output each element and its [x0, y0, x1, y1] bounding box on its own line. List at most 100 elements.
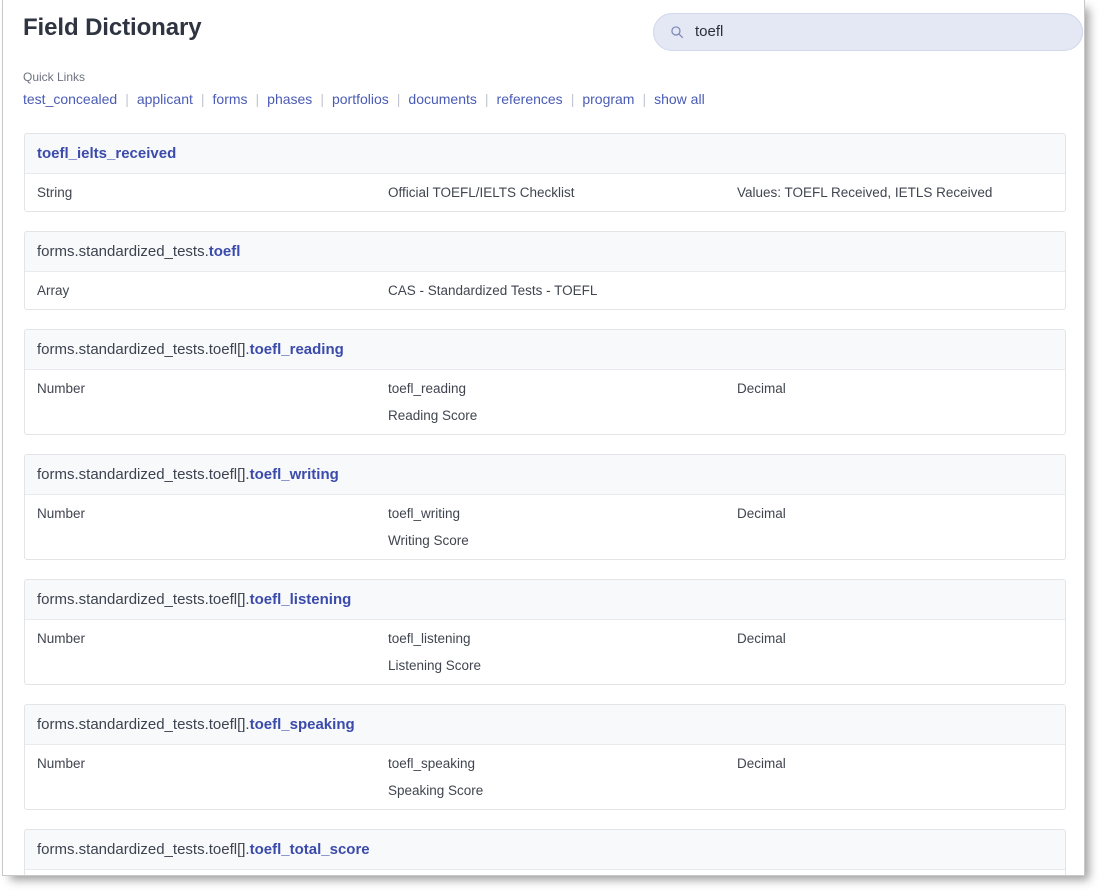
- field-type-cell: Array: [37, 283, 70, 298]
- quick-link-program[interactable]: program: [582, 91, 634, 108]
- quick-link-applicant[interactable]: applicant: [137, 91, 193, 108]
- quick-links-separator: |: [320, 91, 324, 107]
- field-name-link[interactable]: toefl_total_score: [250, 841, 370, 858]
- quick-link-references[interactable]: references: [497, 91, 563, 108]
- field-detail-body: Numbertoefl_total_scoreDecimalTotal Scor…: [25, 870, 1065, 875]
- field-detail-row: Writing Score: [37, 531, 1053, 550]
- field-path-header: forms.standardized_tests.toefl[].toefl_w…: [25, 455, 1065, 495]
- quick-links-separator: |: [200, 91, 205, 107]
- field-name-link[interactable]: toefl_writing: [250, 466, 339, 483]
- field-card: forms.standardized_tests.toefl[].toefl_l…: [24, 579, 1066, 685]
- field-name-link[interactable]: toefl_listening: [250, 591, 352, 608]
- field-description-cell: Reading Score: [388, 408, 478, 423]
- field-description-cell: Official TOEFL/IELTS Checklist: [388, 185, 575, 200]
- field-name-link[interactable]: toefl_speaking: [250, 716, 355, 733]
- field-path-prefix: forms.standardized_tests.toefl[].: [37, 341, 250, 358]
- field-description-cell: CAS - Standardized Tests - TOEFL: [388, 283, 598, 298]
- quick-link-forms[interactable]: forms: [213, 91, 248, 108]
- results-list: toefl_ielts_received String Official TOEFL…: [24, 133, 1066, 875]
- field-detail-body: Number toefl_listening Decimal Listening Sc…: [25, 620, 1065, 684]
- field-path-header: forms.standardized_tests.toefl[].toefl_t…: [25, 830, 1065, 870]
- field-description-cell: toefl_listening: [388, 631, 471, 646]
- field-type-cell: [37, 406, 388, 425]
- field-path-header: forms.standardized_tests.toefl[].toefl_l…: [25, 580, 1065, 620]
- field-path-header: toefl_ielts_received: [25, 134, 1065, 174]
- search-input[interactable]: [695, 22, 1066, 42]
- field-type-cell: Number: [37, 756, 86, 771]
- field-path-header: forms.standardized_tests.toefl[].toefl_r…: [25, 330, 1065, 370]
- field-detail-row: Array CAS - Standardized Tests - TOEFL: [37, 281, 1053, 300]
- field-meta-cell: Decimal: [737, 381, 786, 396]
- page-header: Field Dictionary: [3, 0, 1084, 66]
- quick-link-test-concealed[interactable]: test_concealed: [23, 91, 117, 108]
- quick-links-separator: |: [642, 91, 647, 107]
- field-description-cell: toefl_reading: [388, 381, 467, 396]
- page-sheet: Field Dictionary Quick Links test_concea…: [2, 0, 1085, 876]
- field-detail-body: Number toefl_writing Decimal Writing Score: [25, 495, 1065, 559]
- quick-link-portfolios[interactable]: portfolios: [332, 91, 389, 108]
- field-path-prefix: forms.standardized_tests.: [37, 243, 209, 260]
- field-name-link[interactable]: toefl_reading: [250, 341, 344, 358]
- field-name-link[interactable]: toefl_ielts_received: [37, 145, 176, 162]
- field-meta-cell: [737, 781, 1053, 800]
- field-path-prefix: forms.standardized_tests.toefl[].: [37, 841, 250, 858]
- field-detail-body: String Official TOEFL/IELTS Checklist Valu…: [25, 174, 1065, 211]
- quick-links-separator: |: [570, 91, 575, 107]
- quick-links-list: test_concealed | applicant | forms | phases | po…: [23, 91, 1063, 108]
- field-meta-cell: [737, 656, 1053, 675]
- field-type-cell: [37, 531, 388, 550]
- quick-link-documents[interactable]: documents: [408, 91, 476, 108]
- quick-link-show-all[interactable]: show all: [654, 91, 705, 108]
- field-path-prefix: forms.standardized_tests.toefl[].: [37, 591, 250, 608]
- field-detail-body: Number toefl_speaking Decimal Speaking Scor…: [25, 745, 1065, 809]
- field-card: forms.standardized_tests.toefl[].toefl_t…: [24, 829, 1066, 875]
- search-box[interactable]: [653, 13, 1083, 51]
- field-meta-cell: Decimal: [737, 756, 786, 771]
- search-icon: [671, 26, 684, 39]
- field-type-cell: String: [37, 185, 73, 200]
- field-description-cell: Writing Score: [388, 533, 469, 548]
- field-detail-row: Speaking Score: [37, 781, 1053, 800]
- field-path-header: forms.standardized_tests.toefl[].toefl_s…: [25, 705, 1065, 745]
- field-card: forms.standardized_tests.toefl Array CAS -…: [24, 231, 1066, 310]
- field-meta-cell: [737, 406, 1053, 425]
- field-path-prefix: forms.standardized_tests.toefl[].: [37, 466, 250, 483]
- field-description-cell: toefl_speaking: [388, 756, 476, 771]
- field-description-cell: toefl_writing: [388, 506, 461, 521]
- field-detail-body: Array CAS - Standardized Tests - TOEFL: [25, 272, 1065, 309]
- quick-links-label: Quick Links: [23, 70, 86, 84]
- quick-link-phases[interactable]: phases: [267, 91, 312, 108]
- field-path-prefix: forms.standardized_tests.toefl[].: [37, 716, 250, 733]
- field-type-cell: Number: [37, 506, 86, 521]
- field-path-header: forms.standardized_tests.toefl: [25, 232, 1065, 272]
- field-meta-cell: [737, 281, 1053, 300]
- field-detail-row: Number toefl_speaking Decimal: [37, 754, 1053, 773]
- field-meta-cell: [737, 531, 1053, 550]
- field-card: forms.standardized_tests.toefl[].toefl_r…: [24, 329, 1066, 435]
- field-type-cell: Number: [37, 381, 86, 396]
- field-detail-row: String Official TOEFL/IELTS Checklist Valu…: [37, 183, 1053, 202]
- field-description-cell: Speaking Score: [388, 783, 484, 798]
- field-name-link[interactable]: toefl: [209, 243, 241, 260]
- field-meta-cell: Decimal: [737, 631, 786, 646]
- field-detail-row: Reading Score: [37, 406, 1053, 425]
- field-card: toefl_ielts_received String Official TOEFL…: [24, 133, 1066, 212]
- field-type-cell: [37, 656, 388, 675]
- field-meta-cell: Decimal: [737, 506, 786, 521]
- field-detail-row: Number toefl_writing Decimal: [37, 504, 1053, 523]
- quick-links: Quick Links test_concealed | applicant | for…: [23, 70, 1063, 108]
- field-type-cell: [37, 781, 388, 800]
- field-card: forms.standardized_tests.toefl[].toefl_s…: [24, 704, 1066, 810]
- quick-links-separator: |: [125, 91, 129, 107]
- page-title: Field Dictionary: [23, 14, 202, 41]
- field-detail-body: Number toefl_reading Decimal Reading Score: [25, 370, 1065, 434]
- quick-links-separator: |: [484, 91, 489, 107]
- field-type-cell: Number: [37, 631, 86, 646]
- field-detail-row: Number toefl_reading Decimal: [37, 379, 1053, 398]
- field-meta-cell: Values: TOEFL Received, IETLS Received: [737, 185, 993, 200]
- field-detail-row: Listening Score: [37, 656, 1053, 675]
- quick-links-separator: |: [255, 91, 260, 107]
- quick-links-separator: |: [396, 91, 401, 107]
- field-detail-row: Number toefl_listening Decimal: [37, 629, 1053, 648]
- field-description-cell: Listening Score: [388, 658, 482, 673]
